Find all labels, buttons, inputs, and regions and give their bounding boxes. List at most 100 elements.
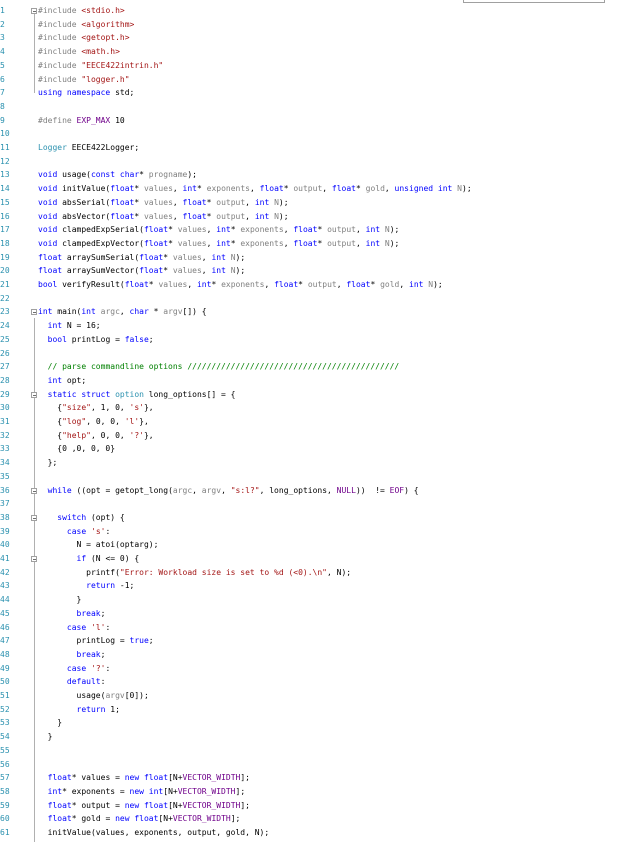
code-line[interactable]: 2 #include <algorithm> <box>0 18 627 32</box>
line-number: 32 <box>0 430 10 440</box>
collapse-icon[interactable] <box>31 391 37 398</box>
code-line[interactable]: 18 void clampedExpVector(float* values, i… <box>0 237 627 251</box>
code-line[interactable]: 61 initValue(values, exponents, output, … <box>0 826 627 840</box>
code-token: { <box>38 430 63 440</box>
code-token: bool <box>38 280 58 289</box>
code-line[interactable]: 20 float arraySumVector(float* values, in… <box>0 264 627 278</box>
code-line[interactable]: 21 bool verifyResult(float* values, int* … <box>0 278 627 292</box>
code-line[interactable]: 31 {"log", 0, 0, 'l'}, <box>0 415 627 429</box>
code-line[interactable]: 59 float* output = new float[N+VECTOR_WI… <box>0 799 627 813</box>
code-text: void absSerial(float* values, float* out… <box>38 196 289 210</box>
code-line[interactable]: 7 using namespace std; <box>0 86 627 100</box>
code-line[interactable]: 45 break; <box>0 607 627 621</box>
code-line[interactable]: 27 // parse commandline options ////////… <box>0 360 627 374</box>
code-line[interactable]: 4 #include <math.h> <box>0 45 627 59</box>
code-token: float <box>293 238 318 248</box>
code-line[interactable]: 35 <box>0 470 627 484</box>
code-token: "help" <box>62 430 91 440</box>
code-line[interactable]: 3 #include <getopt.h> <box>0 31 627 45</box>
code-line[interactable]: 46 case 'l': <box>0 621 627 635</box>
code-line[interactable]: 25 bool printLog = false; <box>0 333 627 347</box>
code-token: new float <box>124 800 169 810</box>
code-line[interactable]: 16 void absVector(float* values, float* o… <box>0 210 627 224</box>
code-line[interactable]: 49 case '?': <box>0 662 627 676</box>
code-token: float <box>47 800 72 810</box>
code-line[interactable]: 12 <box>0 155 627 169</box>
line-number: 50 <box>0 677 10 687</box>
code-token: float <box>259 184 284 194</box>
code-text: {0 ,0, 0, 0} <box>38 442 115 456</box>
code-line[interactable]: 32 {"help", 0, 0, '?'}, <box>0 429 627 443</box>
code-token: int <box>211 266 226 276</box>
code-line[interactable]: 48 break; <box>0 648 627 662</box>
code-line[interactable]: 40 N = atoi(optarg); <box>0 538 627 552</box>
code-line[interactable]: 51 usage(argv[0]); <box>0 689 627 703</box>
code-line[interactable]: 14 void initValue(float* values, int* exp… <box>0 182 627 196</box>
line-number: 37 <box>0 499 10 509</box>
code-line[interactable]: 9 #define EXP_MAX 10 <box>0 114 627 128</box>
code-line[interactable]: 15 void absSerial(float* values, float* o… <box>0 196 627 210</box>
code-line[interactable]: 6 #include "logger.h" <box>0 73 627 87</box>
code-line[interactable]: 10 <box>0 127 627 141</box>
line-number: 7 <box>0 88 5 98</box>
code-line[interactable]: 5 #include "EECE422intrin.h" <box>0 59 627 73</box>
code-line[interactable]: 23 int main(int argc, char * argv[]) { <box>0 305 627 319</box>
code-line[interactable]: 24 int N = 16; <box>0 319 627 333</box>
code-line[interactable]: 17 void clampedExpSerial(float* values, i… <box>0 223 627 237</box>
code-line[interactable]: 19 float arraySumSerial(float* values, in… <box>0 251 627 265</box>
code-token: ); <box>433 280 443 289</box>
code-line[interactable]: 30 {"size", 1, 0, 's'}, <box>0 401 627 415</box>
code-token: argv <box>163 307 183 317</box>
code-line[interactable]: 42 printf("Error: Workload size is set t… <box>0 566 627 580</box>
code-token: float <box>124 280 149 289</box>
line-number: 43 <box>0 581 10 591</box>
code-line[interactable]: 53 } <box>0 716 627 730</box>
code-line[interactable]: 26 <box>0 347 627 361</box>
code-line[interactable]: 47 printLog = true; <box>0 634 627 648</box>
code-line[interactable]: 58 int* exponents = new int[N+VECTOR_WID… <box>0 785 627 799</box>
code-line[interactable]: 39 case 's': <box>0 525 627 539</box>
code-token: float <box>346 280 371 289</box>
code-line[interactable]: 43 return -1; <box>0 579 627 593</box>
code-token: )) != <box>355 485 390 495</box>
code-token: float <box>110 197 135 207</box>
code-text: bool verifyResult(float* values, int* ex… <box>38 278 443 292</box>
code-line[interactable]: 52 return 1; <box>0 703 627 717</box>
code-line[interactable]: 37 <box>0 497 627 511</box>
collapse-icon[interactable] <box>31 487 37 494</box>
code-line[interactable]: 60 float* gold = new float[N+VECTOR_WIDT… <box>0 812 627 826</box>
code-line[interactable]: 50 default: <box>0 675 627 689</box>
line-number: 33 <box>0 444 10 454</box>
code-line[interactable]: 34 }; <box>0 456 627 470</box>
code-line[interactable]: 28 int opt; <box>0 374 627 388</box>
code-line[interactable]: 36 while ((opt = getopt_long(argc, argv,… <box>0 484 627 498</box>
code-token: output <box>216 197 246 207</box>
code-line[interactable]: 13 void usage(const char* progname); <box>0 168 627 182</box>
collapse-icon[interactable] <box>31 556 37 562</box>
code-line[interactable]: 8 <box>0 100 627 114</box>
code-editor[interactable]: 1 #include <stdio.h> 2 #include <algorithm>… <box>0 0 627 842</box>
code-token: } <box>38 718 63 728</box>
collapse-icon[interactable] <box>31 309 37 316</box>
code-token: , <box>206 238 217 248</box>
code-line[interactable]: 55 <box>0 744 627 758</box>
code-line[interactable]: 1 #include <stdio.h> <box>0 4 627 18</box>
code-token: * <box>298 280 308 289</box>
code-line[interactable]: 33 {0 ,0, 0, 0} <box>0 442 627 456</box>
code-token: -1; <box>115 581 135 591</box>
code-line[interactable]: 29 static struct option long_options[] =… <box>0 388 627 402</box>
code-line[interactable]: 54 } <box>0 730 627 744</box>
code-token: * <box>134 211 144 221</box>
code-line[interactable]: 56 <box>0 758 627 772</box>
code-line[interactable]: 11 Logger EECE422Logger; <box>0 141 627 155</box>
collapse-icon[interactable] <box>31 8 37 14</box>
code-line[interactable]: 41 if (N <= 0) { <box>0 552 627 566</box>
collapse-icon[interactable] <box>31 514 37 521</box>
code-line[interactable]: 22 <box>0 292 627 306</box>
code-line[interactable]: 38 switch (opt) { <box>0 511 627 525</box>
code-line[interactable]: 57 float* values = new float[N+VECTOR_WI… <box>0 771 627 785</box>
code-line[interactable]: 44 } <box>0 593 627 607</box>
code-token: * <box>163 252 173 262</box>
